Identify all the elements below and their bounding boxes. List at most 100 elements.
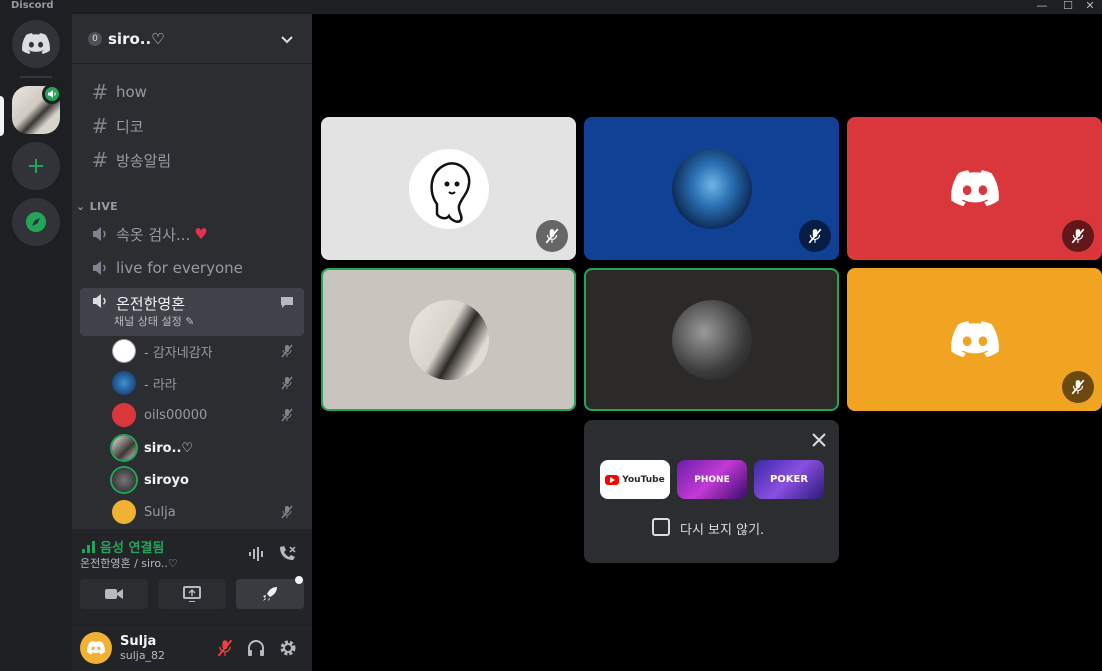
noise-suppression-button[interactable] [246,543,268,565]
voice-user[interactable]: oils00000 [112,400,304,430]
voice-user[interactable]: Sulja [112,497,304,527]
disconnect-button[interactable] [276,543,298,565]
hash-icon: # [91,114,109,138]
hash-icon: # [91,148,109,172]
gear-icon [280,640,296,656]
participant-tile[interactable] [584,117,839,260]
voice-user-name: Sulja [144,504,176,520]
voice-channel-1[interactable]: 속옷 검사... ♥ [80,218,304,250]
voice-connection-panel: 음성 연결됨 온전한영혼 / siro..♡ [72,529,312,625]
muted-mic-icon [1071,228,1085,244]
close-window-icon[interactable]: ✕ [1080,0,1100,14]
guild-header[interactable]: 0 siro..♡ [72,14,312,64]
activity-poker-night[interactable]: POKER [754,460,824,499]
channel-how[interactable]: # how [80,76,304,108]
signal-icon [82,540,95,553]
category-live[interactable]: ⌄ LIVE [76,200,118,213]
rail-separator [20,76,52,78]
discord-logo-icon [87,641,105,655]
phone-disconnect-icon [280,546,296,560]
voice-channel-active[interactable]: 온전한영혼 채널 상태 설정 ✎ [80,288,304,336]
discord-logo-icon [950,320,999,357]
soundwave-icon [249,547,263,561]
muted-mic-icon [808,228,822,244]
voice-location[interactable]: 온전한영혼 / siro..♡ [80,555,178,571]
youtube-play-icon [605,474,620,485]
guild-name: siro..♡ [108,29,165,48]
voice-user-name: - 라라 [144,377,177,393]
explore-servers-button[interactable] [12,198,60,246]
channel-name: 디코 [116,117,144,136]
user-names[interactable]: Sulja sulja_82 [120,634,165,662]
avatar [112,403,136,427]
voice-active-badge [42,84,62,104]
dont-show-again-checkbox[interactable] [652,518,670,536]
muted-mic-icon [281,344,293,358]
voice-user[interactable]: siroyo [112,465,304,495]
user-panel: Sulja sulja_82 [72,625,312,671]
muted-mic-icon [217,639,233,657]
close-icon[interactable] [809,430,829,450]
activity-label: YouTube [622,474,665,485]
set-channel-status[interactable]: 채널 상태 설정 ✎ [114,313,194,329]
home-button[interactable] [12,20,60,68]
rocket-icon [263,587,277,601]
participant-tile[interactable] [847,268,1102,411]
muted-mic-icon [545,228,559,244]
avatar [112,500,136,524]
chat-bubble-icon[interactable] [280,296,294,309]
camera-button[interactable] [80,579,148,609]
camera-icon [105,589,123,599]
voice-user[interactable]: - 감자네감자 [112,336,304,366]
deafen-button[interactable] [245,637,267,659]
maximize-icon[interactable]: ☐ [1058,0,1078,14]
participant-tile[interactable] [321,268,576,411]
mute-button[interactable] [214,637,236,659]
voice-user[interactable]: - 라라 [112,368,304,398]
channel-stream-alerts[interactable]: # 방송알림 [80,144,304,176]
voice-status[interactable]: 음성 연결됨 [82,537,164,556]
settings-button[interactable] [277,637,299,659]
participant-tile[interactable] [847,117,1102,260]
voice-status-text: 음성 연결됨 [100,541,165,556]
channel-name: 속옷 검사... [116,225,191,244]
voice-user[interactable]: siro..♡ [112,433,304,463]
add-server-button[interactable] [12,142,60,190]
voice-stage: YouTube PHONE POKER 다시 보지 않기. [312,14,1102,671]
participant-tile[interactable] [321,117,576,260]
activity-popup: YouTube PHONE POKER 다시 보지 않기. [584,420,839,563]
activity-gartic-phone[interactable]: PHONE [677,460,747,499]
screen-share-icon [183,586,201,602]
participant-avatar [671,148,752,229]
avatar [112,339,136,363]
activity-label: POKER [769,474,809,485]
activities-button[interactable] [236,579,304,609]
headphones-icon [248,640,264,656]
muted-mic-icon [1071,379,1085,395]
speaker-icon [88,260,112,276]
channel-name: live for everyone [116,259,243,277]
heart-emoji: ♥ [194,225,208,243]
plus-icon [29,159,43,173]
minimize-icon[interactable]: — [1032,0,1052,14]
voice-user-name: siroyo [144,472,189,488]
channel-name: 방송알림 [116,151,172,170]
participant-avatar [671,299,752,380]
channel-dico[interactable]: # 디코 [80,110,304,142]
muted-indicator [1062,371,1094,403]
voice-channel-2[interactable]: live for everyone [80,252,304,284]
dont-show-again-label[interactable]: 다시 보지 않기. [680,519,764,538]
channel-sidebar: 0 siro..♡ # how # 디코 # 방송알림 ⌄ LIVE 속옷 검사… [72,14,312,671]
muted-indicator [1062,220,1094,252]
activity-youtube[interactable]: YouTube [600,460,670,499]
participant-tile[interactable] [584,268,839,411]
muted-mic-icon [281,408,293,422]
status-placeholder: 채널 상태 설정 [114,315,182,328]
channel-name: how [116,83,147,101]
selected-server-pill [0,96,4,136]
user-avatar[interactable] [80,632,112,664]
voice-user-name: siro..♡ [144,440,194,456]
discord-logo-icon [950,169,999,206]
screen-share-button[interactable] [158,579,226,609]
voice-user-name: oils00000 [144,407,208,423]
